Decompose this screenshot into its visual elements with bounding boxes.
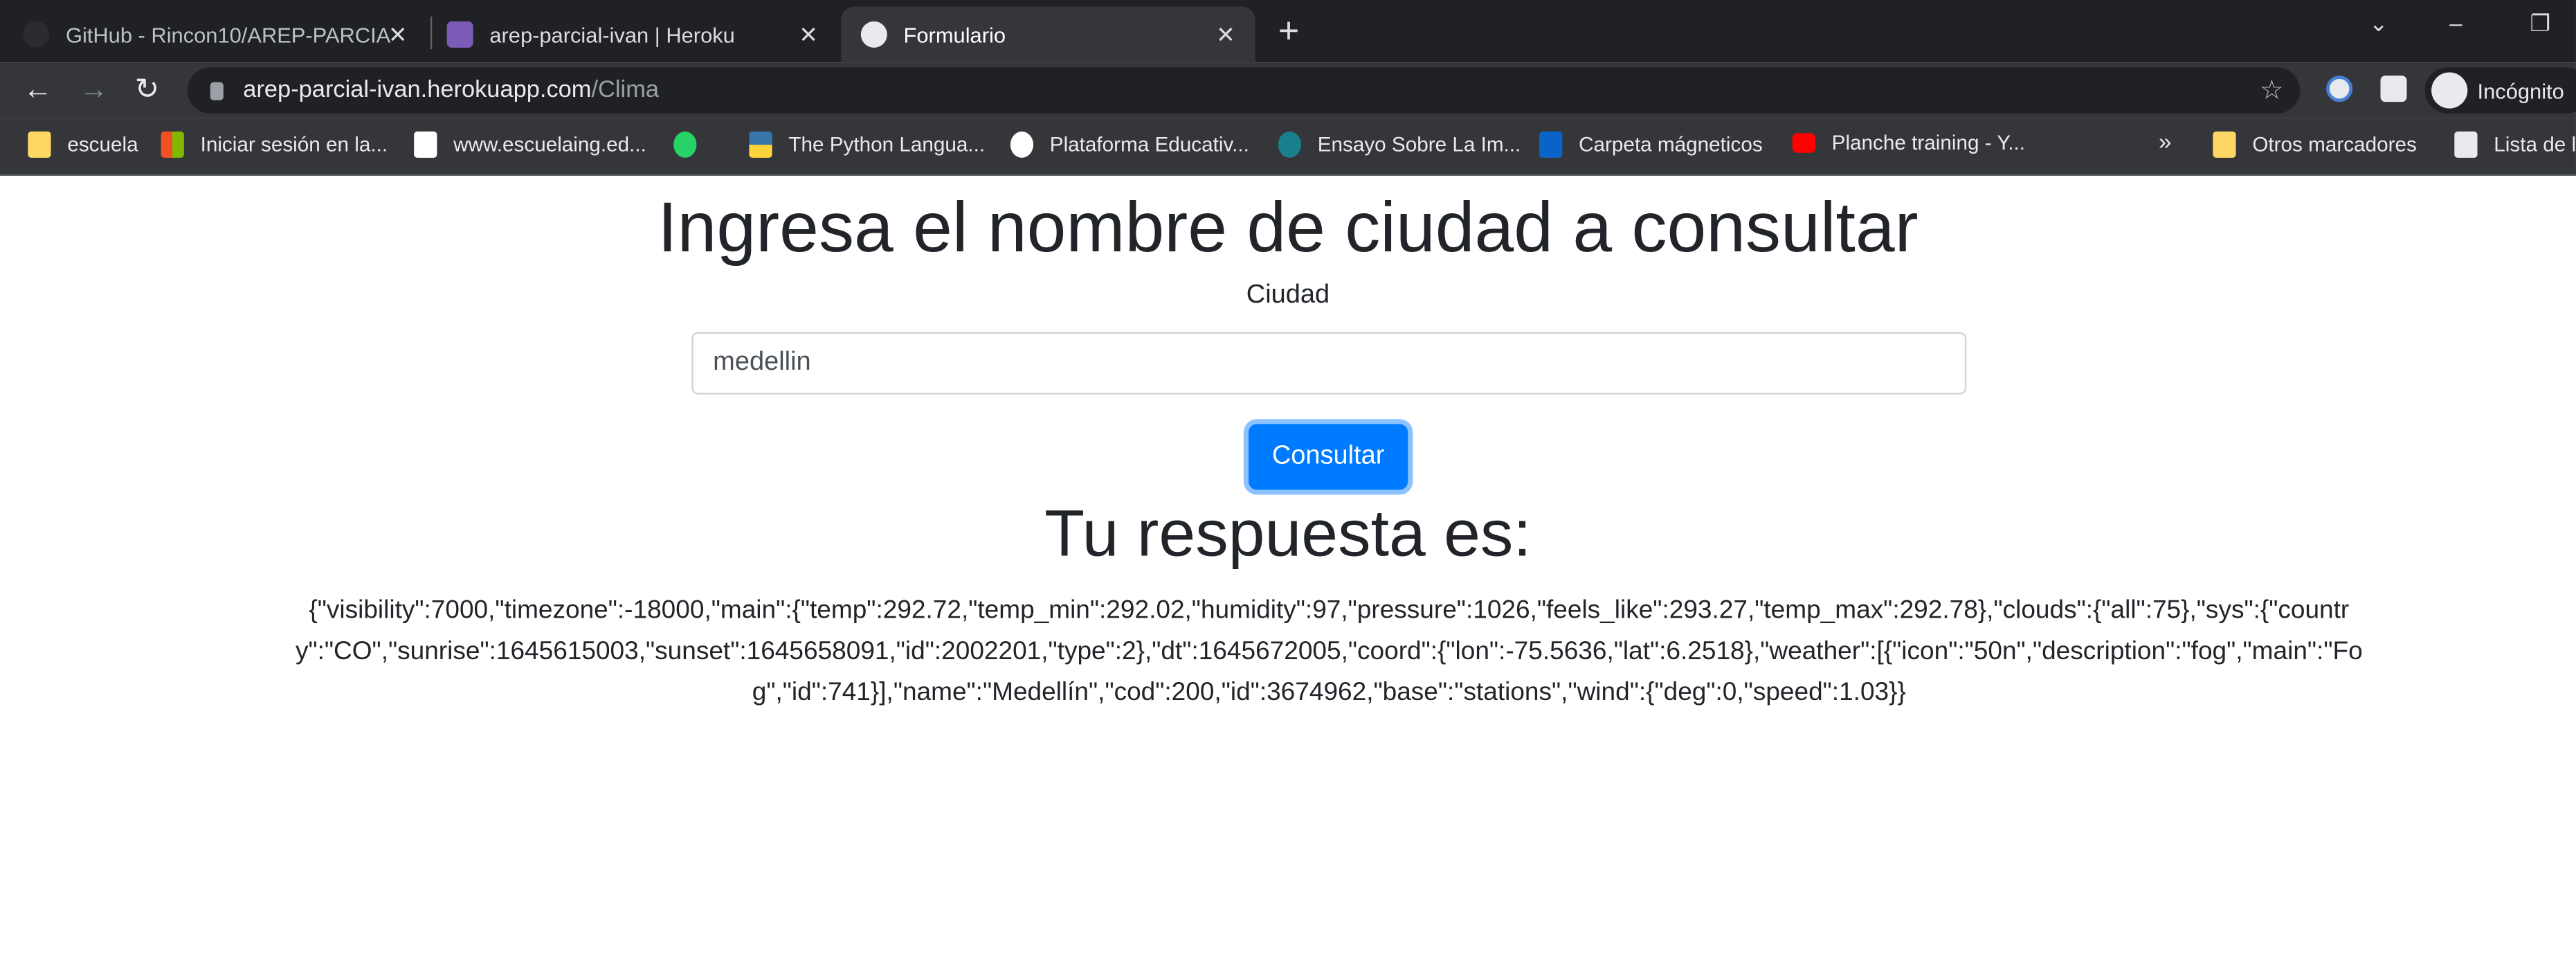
bookmark-label: www.escuelaing.ed... — [453, 133, 646, 156]
reading-list[interactable]: Lista de l — [2454, 131, 2576, 158]
bookmark-ensayo[interactable]: Ensayo Sobre La Im... — [1278, 131, 1521, 158]
bookmark-python[interactable]: The Python Langua... — [749, 131, 986, 158]
city-input[interactable]: medellin — [691, 332, 1967, 395]
folder-icon — [28, 131, 51, 158]
restore-icon[interactable]: ❐ — [2530, 10, 2550, 37]
url-path: /Clima — [591, 77, 660, 104]
bookmark-carpeta[interactable]: Carpeta mágneticos — [1539, 131, 1763, 158]
new-tab-button[interactable]: + — [1278, 10, 1300, 53]
youtube-icon — [1792, 133, 1815, 153]
address-bar[interactable]: arep-parcial-ivan.herokuapp.com/Clima ☆ — [187, 67, 2301, 114]
blocker-extension-icon[interactable] — [2326, 75, 2353, 102]
bookmark-plataforma[interactable]: Plataforma Educativ... — [1010, 131, 1249, 158]
bookmark-label: Otros marcadores — [2252, 133, 2417, 156]
city-label: Ciudad — [1246, 280, 1330, 310]
bookmark-label: Iniciar sesión en la... — [200, 133, 388, 156]
forward-icon[interactable]: → — [79, 72, 109, 107]
consultar-button[interactable]: Consultar — [1249, 424, 1408, 490]
globe-icon — [1010, 131, 1034, 158]
bookmark-label: escuela — [67, 133, 138, 156]
bookmark-label: The Python Langua... — [788, 133, 986, 156]
close-tab-icon[interactable]: ✕ — [799, 21, 818, 48]
tab-github[interactable]: GitHub - Rincon10/AREP-PARCIA ✕ — [23, 6, 427, 62]
tab-formulario[interactable]: Formulario ✕ — [841, 6, 1255, 63]
bookmark-label: Plataforma Educativ... — [1049, 133, 1249, 156]
back-icon[interactable]: ← — [23, 72, 53, 107]
tab-bar: GitHub - Rincon10/AREP-PARCIA ✕ arep-par… — [0, 0, 2576, 63]
close-tab-icon[interactable]: ✕ — [1216, 21, 1235, 48]
microsoft-icon — [161, 131, 184, 158]
bookmark-whatsapp[interactable] — [673, 131, 713, 158]
tab-title: GitHub - Rincon10/AREP-PARCIA — [65, 22, 391, 47]
url-host: arep-parcial-ivan.herokuapp.com — [243, 77, 592, 104]
tab-heroku[interactable]: arep-parcial-ivan | Heroku ✕ — [446, 6, 838, 62]
incognito-profile-button[interactable]: Incógnito — [2424, 67, 2576, 114]
tab-separator — [430, 16, 433, 50]
extensions-puzzle-icon[interactable] — [2380, 75, 2407, 102]
bookmark-microsoft[interactable]: Iniciar sesión en la... — [161, 131, 388, 158]
page-title: Ingresa el nombre de ciudad a consultar — [657, 188, 1919, 268]
minimize-icon[interactable]: – — [2449, 10, 2462, 36]
heroku-icon — [446, 21, 473, 48]
bookmarks-bar: escuela Iniciar sesión en la... www.escu… — [0, 118, 2576, 176]
toolbar: ← → ↻ arep-parcial-ivan.herokuapp.com/Cl… — [0, 62, 2576, 118]
github-icon — [23, 21, 50, 48]
folder-icon — [2213, 131, 2236, 158]
s-icon — [1278, 131, 1301, 158]
incognito-icon — [2431, 72, 2468, 109]
tab-title: Formulario — [903, 22, 1006, 47]
tab-title: arep-parcial-ivan | Heroku — [489, 22, 735, 47]
other-bookmarks[interactable]: Otros marcadores — [2213, 131, 2417, 158]
lock-icon[interactable] — [210, 81, 224, 100]
reading-list-icon — [2454, 131, 2478, 158]
bookmark-star-icon[interactable]: ☆ — [2260, 74, 2283, 107]
bookmark-planche[interactable]: Planche training - Y... — [1792, 131, 2025, 155]
python-icon — [749, 131, 772, 158]
bookmark-label: Carpeta mágneticos — [1579, 133, 1763, 156]
outlook-icon — [1539, 131, 1563, 158]
bookmark-escuela[interactable]: escuela — [28, 131, 138, 158]
response-heading: Tu respuesta es: — [1044, 498, 1532, 571]
incognito-label: Incógnito — [2477, 78, 2564, 103]
bookmark-label: Ensayo Sobre La Im... — [1317, 133, 1521, 156]
response-json: {"visibility":7000,"timezone":-18000,"ma… — [295, 596, 2363, 707]
tab-search-chevron-icon[interactable]: ⌄ — [2369, 10, 2388, 37]
bookmark-label: Planche training - Y... — [1831, 131, 2025, 155]
globe-icon — [860, 21, 887, 48]
bookmark-label: Lista de l — [2494, 133, 2576, 156]
more-bookmarks-button[interactable]: » — [2159, 128, 2172, 154]
page-icon — [414, 131, 437, 158]
bookmark-escuelaing[interactable]: www.escuelaing.ed... — [414, 131, 646, 158]
close-tab-icon[interactable]: ✕ — [388, 21, 408, 48]
whatsapp-icon — [673, 131, 697, 158]
reload-icon[interactable]: ↻ — [135, 72, 160, 107]
